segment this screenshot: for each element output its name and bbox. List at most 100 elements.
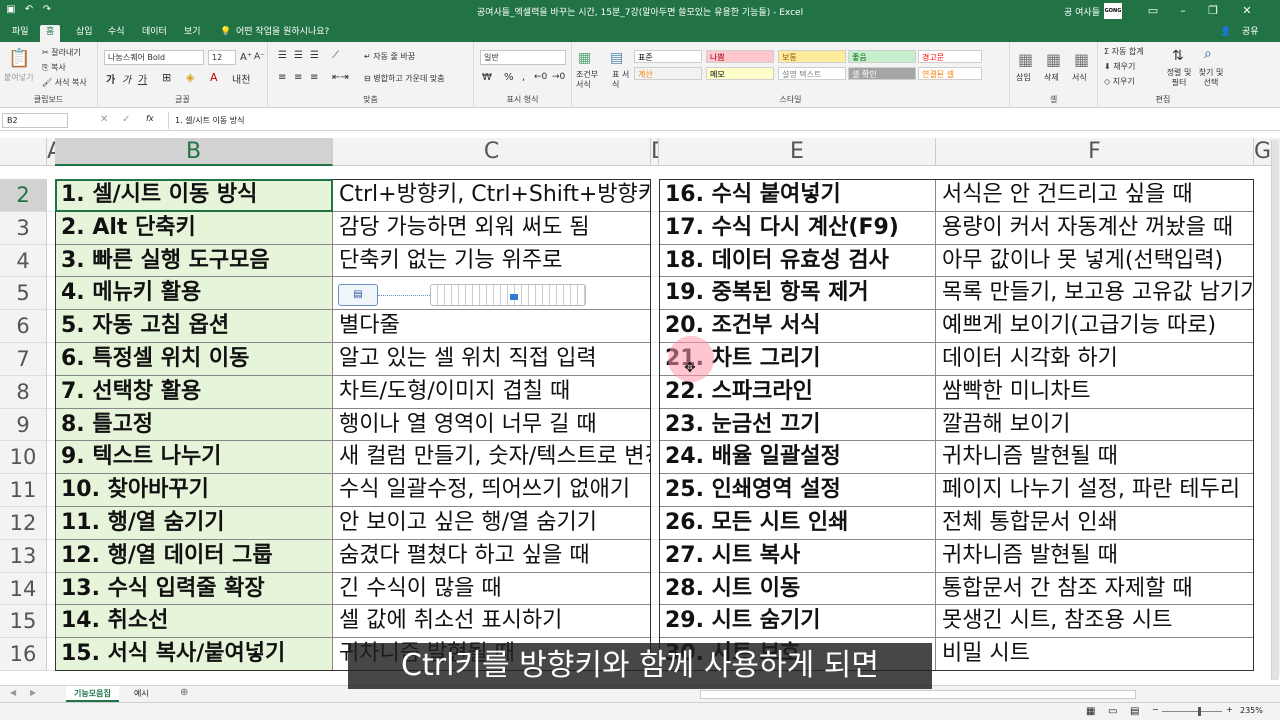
cell-feature-right[interactable]: 17. 수식 다시 계산(F9) — [659, 211, 936, 245]
merge-center-button[interactable]: ⊟ 병합하고 가운데 맞춤 — [364, 73, 445, 84]
cell-style-7[interactable]: 메모 — [706, 67, 774, 80]
border-icon[interactable]: ⊞ — [162, 71, 171, 84]
row-header[interactable]: 4 — [0, 244, 47, 278]
insert-function-icon[interactable]: fx — [146, 114, 154, 123]
cell-description-left[interactable]: 셀 값에 취소선 표시하기 — [333, 605, 651, 639]
grid-cell[interactable] — [651, 474, 659, 507]
decrease-font-icon[interactable]: A⁻ — [254, 52, 265, 62]
grid-cell[interactable] — [651, 507, 659, 540]
grid-cell[interactable] — [651, 343, 659, 376]
cell-style-4[interactable]: 좋음 — [848, 50, 916, 63]
orientation-icon[interactable]: ⟋ — [332, 50, 339, 61]
cell-feature-left[interactable]: 11. 행/열 숨기기 — [55, 507, 333, 540]
row-header[interactable]: 6 — [0, 310, 47, 343]
name-box[interactable]: B2 — [2, 113, 68, 128]
cell-feature-left[interactable]: 15. 서식 복사/붙여넣기 — [55, 638, 333, 671]
cell-feature-right[interactable]: 28. 시트 이동 — [659, 572, 936, 606]
cell-description-right[interactable]: 귀차니즘 발현될 때 — [936, 441, 1254, 475]
close-icon[interactable]: ✕ — [1232, 2, 1262, 20]
cell-feature-left[interactable]: 5. 자동 고침 옵션 — [55, 310, 333, 343]
cell-feature-left[interactable]: 7. 선택창 활용 — [55, 375, 333, 409]
align-bottom-icon[interactable]: ☰ — [310, 50, 319, 61]
conditional-format-icon[interactable]: ▦ — [578, 50, 591, 66]
cell-description-right[interactable]: 비밀 시트 — [936, 638, 1254, 671]
cell-feature-left[interactable]: 14. 취소선 — [55, 605, 333, 639]
column-header-b[interactable]: B — [55, 138, 333, 166]
cell-description-right[interactable]: 쌈빡한 미니차트 — [936, 376, 1254, 409]
cell-style-1[interactable]: 표준 — [634, 50, 702, 63]
row-header[interactable]: 5 — [0, 277, 47, 311]
ribbon-display-icon[interactable]: ▭ — [1138, 2, 1168, 20]
grid-cell[interactable] — [651, 573, 659, 606]
find-select-button[interactable]: 찾기 및 선택 — [1196, 68, 1226, 88]
row-header[interactable]: 7 — [0, 343, 47, 376]
cell-description-left[interactable]: 감당 가능하면 외워 써도 됨 — [333, 212, 651, 245]
column-header-c[interactable]: C — [333, 138, 651, 166]
column-header-g[interactable]: G — [1254, 138, 1272, 166]
sheet-tab[interactable]: 예시 — [134, 688, 149, 699]
delete-cells-button[interactable]: 삭제 — [1044, 72, 1059, 83]
cell-feature-left[interactable]: 2. Alt 단축키 — [55, 211, 333, 245]
column-header-a[interactable]: A — [47, 138, 55, 166]
save-icon[interactable]: ▣ — [4, 3, 18, 17]
font-color-icon[interactable]: A — [210, 71, 218, 84]
cell-feature-right[interactable]: 22. 스파크라인 — [659, 375, 936, 409]
insert-cells-button[interactable]: 삽입 — [1016, 72, 1031, 83]
next-sheet-icon[interactable]: ▶ — [30, 688, 36, 697]
user-avatar[interactable]: GONG — [1104, 3, 1122, 19]
grid-cell[interactable] — [47, 245, 55, 278]
cell-description-right[interactable]: 서식은 안 건드리고 싶을 때 — [936, 179, 1254, 212]
grid-cell[interactable] — [651, 441, 659, 475]
select-all-corner[interactable] — [0, 138, 47, 166]
horizontal-scrollbar[interactable] — [700, 690, 1136, 699]
grid-cell[interactable] — [47, 540, 55, 573]
restore-icon[interactable]: ❐ — [1198, 2, 1228, 20]
cell-feature-left[interactable]: 13. 수식 입력줄 확장 — [55, 572, 333, 606]
paste-button[interactable]: 붙여넣기 — [4, 72, 33, 83]
cell-style-5[interactable]: 경고문 — [918, 50, 982, 63]
zoom-level[interactable]: 235% — [1240, 706, 1263, 715]
redo-icon[interactable]: ↷ — [40, 3, 54, 17]
cell-description-left[interactable]: 안 보이고 싶은 행/열 숨기기 — [333, 507, 651, 540]
align-center-icon[interactable]: ≡ — [294, 72, 302, 83]
copy-button[interactable]: ⎘ 복사 — [42, 62, 66, 73]
cell-description-right[interactable]: 통합문서 간 참조 자제할 때 — [936, 573, 1254, 606]
comma-icon[interactable]: , — [522, 72, 525, 83]
cell-description-left[interactable]: 행이나 열 영역이 너무 길 때 — [333, 409, 651, 442]
cell-description-right[interactable]: 용량이 커서 자동계산 꺼놨을 때 — [936, 212, 1254, 245]
cut-button[interactable]: ✂ 잘라내기 — [42, 47, 81, 58]
indent-icon[interactable]: ⇤⇥ — [332, 72, 349, 83]
cell-description-right[interactable]: 귀차니즘 발현될 때 — [936, 540, 1254, 573]
font-size-dropdown[interactable]: 12 — [208, 50, 236, 65]
cell-feature-right[interactable]: 26. 모든 시트 인쇄 — [659, 507, 936, 540]
grid-cell[interactable] — [651, 179, 659, 212]
cell-feature-left[interactable]: 12. 행/열 데이터 그룹 — [55, 539, 333, 573]
row-header[interactable]: 14 — [0, 572, 47, 606]
fill-button[interactable]: ⬇ 채우기 — [1104, 61, 1135, 72]
cell-description-left[interactable]: 긴 수식이 많을 때 — [333, 573, 651, 606]
row-header[interactable]: 3 — [0, 211, 47, 245]
cell-feature-left[interactable]: 6. 특정셀 위치 이동 — [55, 343, 333, 376]
bold-button[interactable]: 가 — [106, 71, 115, 86]
grid-cell[interactable] — [47, 310, 55, 343]
grid-cell[interactable] — [651, 409, 659, 442]
grid-cell[interactable] — [47, 605, 55, 639]
format-painter-button[interactable]: 🖌 서식 복사 — [42, 77, 87, 88]
cell-description-left[interactable]: 숨겼다 펼쳤다 하고 싶을 때 — [333, 540, 651, 573]
font-name-dropdown[interactable]: 나눔스퀘어 Bold — [104, 50, 204, 65]
add-sheet-icon[interactable]: ⊕ — [180, 687, 188, 698]
wrap-text-button[interactable]: ↵ 자동 줄 바꿈 — [364, 51, 415, 62]
formula-input[interactable]: 1. 셀/시트 이동 방식 — [168, 112, 1268, 129]
share-icon[interactable]: 👤 — [1214, 25, 1237, 42]
align-top-icon[interactable]: ☰ — [278, 50, 287, 61]
sheet-tab-active[interactable]: 기능모음집 — [66, 686, 119, 702]
cell-feature-left[interactable]: 3. 빠른 실행 도구모음 — [55, 244, 333, 278]
cell-feature-right[interactable]: 20. 조건부 서식 — [659, 310, 936, 343]
grid-cell[interactable] — [47, 343, 55, 376]
increase-decimal-icon[interactable]: ←0 — [534, 72, 547, 82]
tab-file[interactable]: 파일 — [6, 25, 35, 42]
grid-cell[interactable] — [651, 212, 659, 245]
cell-description-right[interactable]: 목록 만들기, 보고용 고유값 남기기 — [936, 277, 1254, 311]
align-middle-icon[interactable]: ☰ — [294, 50, 303, 61]
cancel-icon[interactable]: ✕ — [100, 114, 108, 125]
